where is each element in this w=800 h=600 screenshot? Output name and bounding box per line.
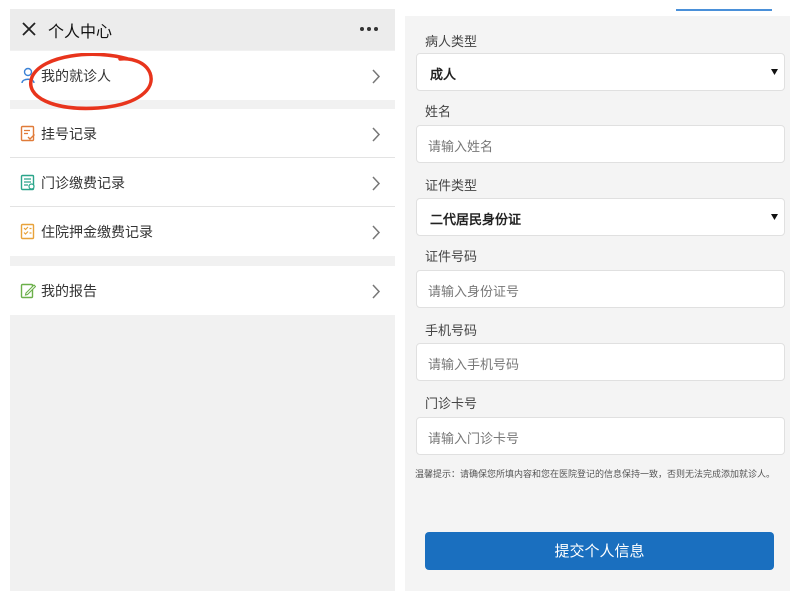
submit-button[interactable]: 提交个人信息 (425, 532, 774, 570)
more-dots-icon[interactable] (358, 22, 380, 36)
menu-item-label: 我的就诊人 (41, 69, 111, 85)
menu-item-label: 住院押金缴费记录 (41, 225, 153, 241)
menu-item-label: 我的报告 (41, 284, 97, 300)
id-number-label: 证件号码 (425, 250, 478, 265)
person-icon (21, 67, 35, 84)
menu-item-label: 门诊缴费记录 (41, 176, 125, 192)
menu-item-register-records[interactable]: 挂号记录 (10, 109, 395, 158)
chevron-right-icon (372, 176, 381, 191)
caret-down-icon (771, 69, 778, 75)
menu-item-label: 挂号记录 (41, 127, 97, 143)
name-placeholder: 请输入姓名 (428, 140, 494, 155)
chevron-right-icon (372, 127, 381, 142)
clinic-card-input[interactable]: 请输入门诊卡号 (416, 417, 785, 455)
phone-input[interactable]: 请输入手机号码 (416, 343, 785, 381)
id-number-input[interactable]: 请输入身份证号 (416, 270, 785, 308)
patient-type-select[interactable]: 成人 (416, 53, 785, 91)
name-input[interactable]: 请输入姓名 (416, 125, 785, 163)
add-patient-form-panel: 病人类型 成人 姓名 请输入姓名 证件类型 二代居民身份证 证件号码 请输入身份… (405, 9, 790, 591)
page-title: 个人中心 (48, 22, 113, 41)
deposit-record-icon (20, 223, 35, 240)
screenshot-stage: 个人中心 我的就诊人 挂号记录 门诊缴费记录 住院押金缴费记录 我的报告 病人类… (0, 0, 800, 600)
id-type-value: 二代居民身份证 (430, 213, 522, 228)
phone-placeholder: 请输入手机号码 (428, 358, 520, 373)
form-hint: 温馨提示：请确保您所填内容和您在医院登记的信息保持一致，否则无法完成添加就诊人。 (415, 470, 776, 480)
id-type-label: 证件类型 (425, 179, 478, 194)
menu-item-my-patients[interactable]: 我的就诊人 (10, 51, 395, 100)
personal-center-header: 个人中心 (10, 9, 395, 50)
patient-type-value: 成人 (430, 68, 457, 83)
chevron-right-icon (372, 69, 381, 84)
name-label: 姓名 (425, 105, 452, 120)
clinic-card-label: 门诊卡号 (425, 397, 478, 412)
menu-item-deposit-records[interactable]: 住院押金缴费记录 (10, 207, 395, 256)
previous-section-accent-line (676, 9, 772, 11)
previous-section-edge (405, 9, 790, 16)
personal-center-panel: 个人中心 我的就诊人 挂号记录 门诊缴费记录 住院押金缴费记录 我的报告 (10, 9, 395, 591)
close-icon[interactable] (20, 20, 38, 38)
id-number-placeholder: 请输入身份证号 (428, 285, 520, 300)
chevron-right-icon (372, 225, 381, 240)
id-type-select[interactable]: 二代居民身份证 (416, 198, 785, 236)
report-edit-icon (20, 283, 36, 299)
phone-label: 手机号码 (425, 324, 478, 339)
menu-item-my-reports[interactable]: 我的报告 (10, 266, 395, 315)
menu-group-records: 挂号记录 门诊缴费记录 住院押金缴费记录 (10, 109, 395, 256)
menu-item-outpatient-bills[interactable]: 门诊缴费记录 (10, 158, 395, 207)
menu-group-patients: 我的就诊人 (10, 51, 395, 100)
patient-type-label: 病人类型 (425, 35, 478, 50)
chevron-right-icon (372, 284, 381, 299)
register-record-icon (20, 125, 35, 142)
menu-group-reports: 我的报告 (10, 266, 395, 315)
clinic-card-placeholder: 请输入门诊卡号 (428, 432, 520, 447)
outpatient-bill-icon (20, 174, 35, 191)
caret-down-icon (771, 214, 778, 220)
